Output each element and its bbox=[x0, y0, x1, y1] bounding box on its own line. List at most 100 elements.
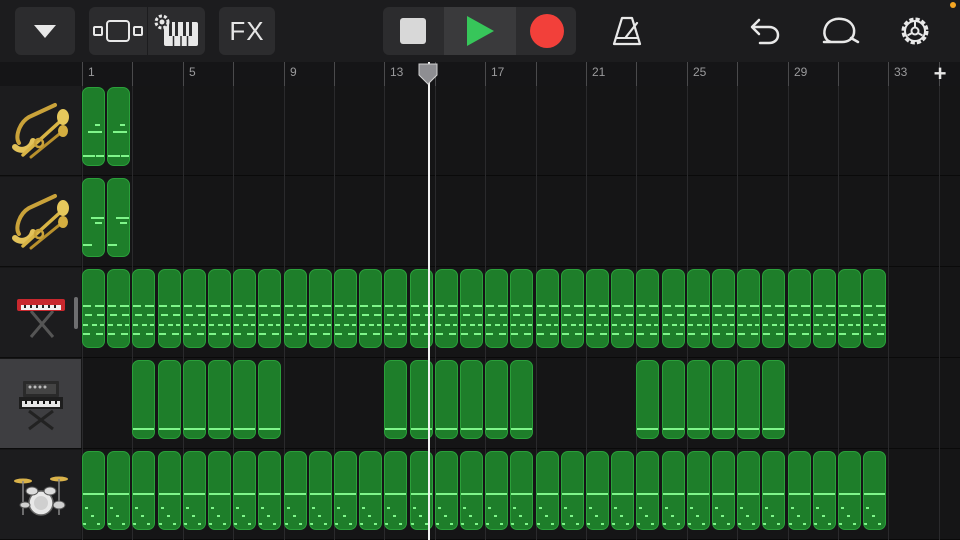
region[interactable] bbox=[384, 360, 407, 439]
region[interactable] bbox=[208, 269, 231, 348]
region[interactable] bbox=[233, 360, 256, 439]
region[interactable] bbox=[309, 269, 332, 348]
region[interactable] bbox=[536, 451, 559, 530]
region[interactable] bbox=[737, 269, 760, 348]
track-list-scroll-indicator[interactable] bbox=[74, 297, 78, 329]
region[interactable] bbox=[384, 269, 407, 348]
fx-button[interactable]: FX bbox=[219, 7, 275, 55]
track-header-keyboard[interactable] bbox=[0, 268, 81, 358]
bar-ruler[interactable]: 1 5 9 13 17 21 25 29 33 bbox=[81, 62, 960, 86]
track-header-synth[interactable] bbox=[0, 359, 81, 449]
region[interactable] bbox=[460, 451, 483, 530]
undo-button[interactable] bbox=[740, 7, 790, 55]
region[interactable] bbox=[662, 451, 685, 530]
region[interactable] bbox=[82, 451, 105, 530]
region[interactable] bbox=[384, 451, 407, 530]
region[interactable] bbox=[359, 269, 382, 348]
region[interactable] bbox=[561, 269, 584, 348]
tracks-view-button[interactable] bbox=[89, 7, 147, 55]
track-header-brass-1[interactable] bbox=[0, 86, 81, 176]
region[interactable] bbox=[309, 451, 332, 530]
region[interactable] bbox=[838, 451, 861, 530]
region[interactable] bbox=[158, 269, 181, 348]
region[interactable] bbox=[485, 269, 508, 348]
region[interactable] bbox=[762, 360, 785, 439]
region[interactable] bbox=[636, 360, 659, 439]
region[interactable] bbox=[258, 269, 281, 348]
region[interactable] bbox=[788, 269, 811, 348]
region[interactable] bbox=[284, 451, 307, 530]
region[interactable] bbox=[863, 451, 886, 530]
region[interactable] bbox=[485, 451, 508, 530]
region[interactable] bbox=[107, 87, 130, 166]
region[interactable] bbox=[737, 360, 760, 439]
region[interactable] bbox=[233, 451, 256, 530]
keyboard-mixer-button[interactable] bbox=[148, 7, 205, 55]
region[interactable] bbox=[586, 269, 609, 348]
region[interactable] bbox=[788, 451, 811, 530]
region[interactable] bbox=[687, 360, 710, 439]
menu-button[interactable] bbox=[15, 7, 75, 55]
region[interactable] bbox=[435, 360, 458, 439]
region[interactable] bbox=[183, 269, 206, 348]
region[interactable] bbox=[813, 451, 836, 530]
region[interactable] bbox=[107, 269, 130, 348]
track-header-brass-2[interactable] bbox=[0, 177, 81, 267]
region[interactable] bbox=[636, 269, 659, 348]
tracks-grid[interactable] bbox=[81, 86, 960, 540]
region[interactable] bbox=[460, 269, 483, 348]
region[interactable] bbox=[813, 269, 836, 348]
region[interactable] bbox=[712, 269, 735, 348]
region[interactable] bbox=[132, 360, 155, 439]
region[interactable] bbox=[334, 269, 357, 348]
region[interactable] bbox=[284, 269, 307, 348]
region[interactable] bbox=[334, 451, 357, 530]
region[interactable] bbox=[712, 360, 735, 439]
region[interactable] bbox=[435, 269, 458, 348]
region[interactable] bbox=[611, 451, 634, 530]
region[interactable] bbox=[611, 269, 634, 348]
region[interactable] bbox=[208, 360, 231, 439]
settings-button[interactable] bbox=[890, 7, 940, 55]
region[interactable] bbox=[662, 360, 685, 439]
loop-browser-button[interactable] bbox=[815, 7, 865, 55]
region[interactable] bbox=[662, 269, 685, 348]
region[interactable] bbox=[561, 451, 584, 530]
region[interactable] bbox=[183, 451, 206, 530]
region[interactable] bbox=[132, 451, 155, 530]
playhead-handle[interactable] bbox=[417, 63, 439, 85]
region[interactable] bbox=[687, 269, 710, 348]
region[interactable] bbox=[687, 451, 710, 530]
region[interactable] bbox=[510, 269, 533, 348]
region[interactable] bbox=[82, 269, 105, 348]
region[interactable] bbox=[158, 360, 181, 439]
region[interactable] bbox=[208, 451, 231, 530]
region[interactable] bbox=[107, 178, 130, 257]
region[interactable] bbox=[158, 451, 181, 530]
region[interactable] bbox=[762, 451, 785, 530]
region[interactable] bbox=[435, 451, 458, 530]
region[interactable] bbox=[762, 269, 785, 348]
region[interactable] bbox=[258, 451, 281, 530]
region[interactable] bbox=[82, 178, 105, 257]
region[interactable] bbox=[359, 451, 382, 530]
region[interactable] bbox=[233, 269, 256, 348]
region[interactable] bbox=[510, 451, 533, 530]
lane-brass-2[interactable] bbox=[81, 177, 960, 267]
region[interactable] bbox=[863, 269, 886, 348]
region[interactable] bbox=[737, 451, 760, 530]
region[interactable] bbox=[485, 360, 508, 439]
add-section-button[interactable]: + bbox=[926, 62, 954, 86]
metronome-button[interactable] bbox=[602, 7, 652, 55]
region[interactable] bbox=[536, 269, 559, 348]
region[interactable] bbox=[712, 451, 735, 530]
stop-button[interactable] bbox=[383, 7, 443, 55]
region[interactable] bbox=[82, 87, 105, 166]
region[interactable] bbox=[258, 360, 281, 439]
region[interactable] bbox=[586, 451, 609, 530]
region[interactable] bbox=[107, 451, 130, 530]
region[interactable] bbox=[132, 269, 155, 348]
play-button[interactable] bbox=[444, 7, 516, 55]
region[interactable] bbox=[183, 360, 206, 439]
region[interactable] bbox=[838, 269, 861, 348]
